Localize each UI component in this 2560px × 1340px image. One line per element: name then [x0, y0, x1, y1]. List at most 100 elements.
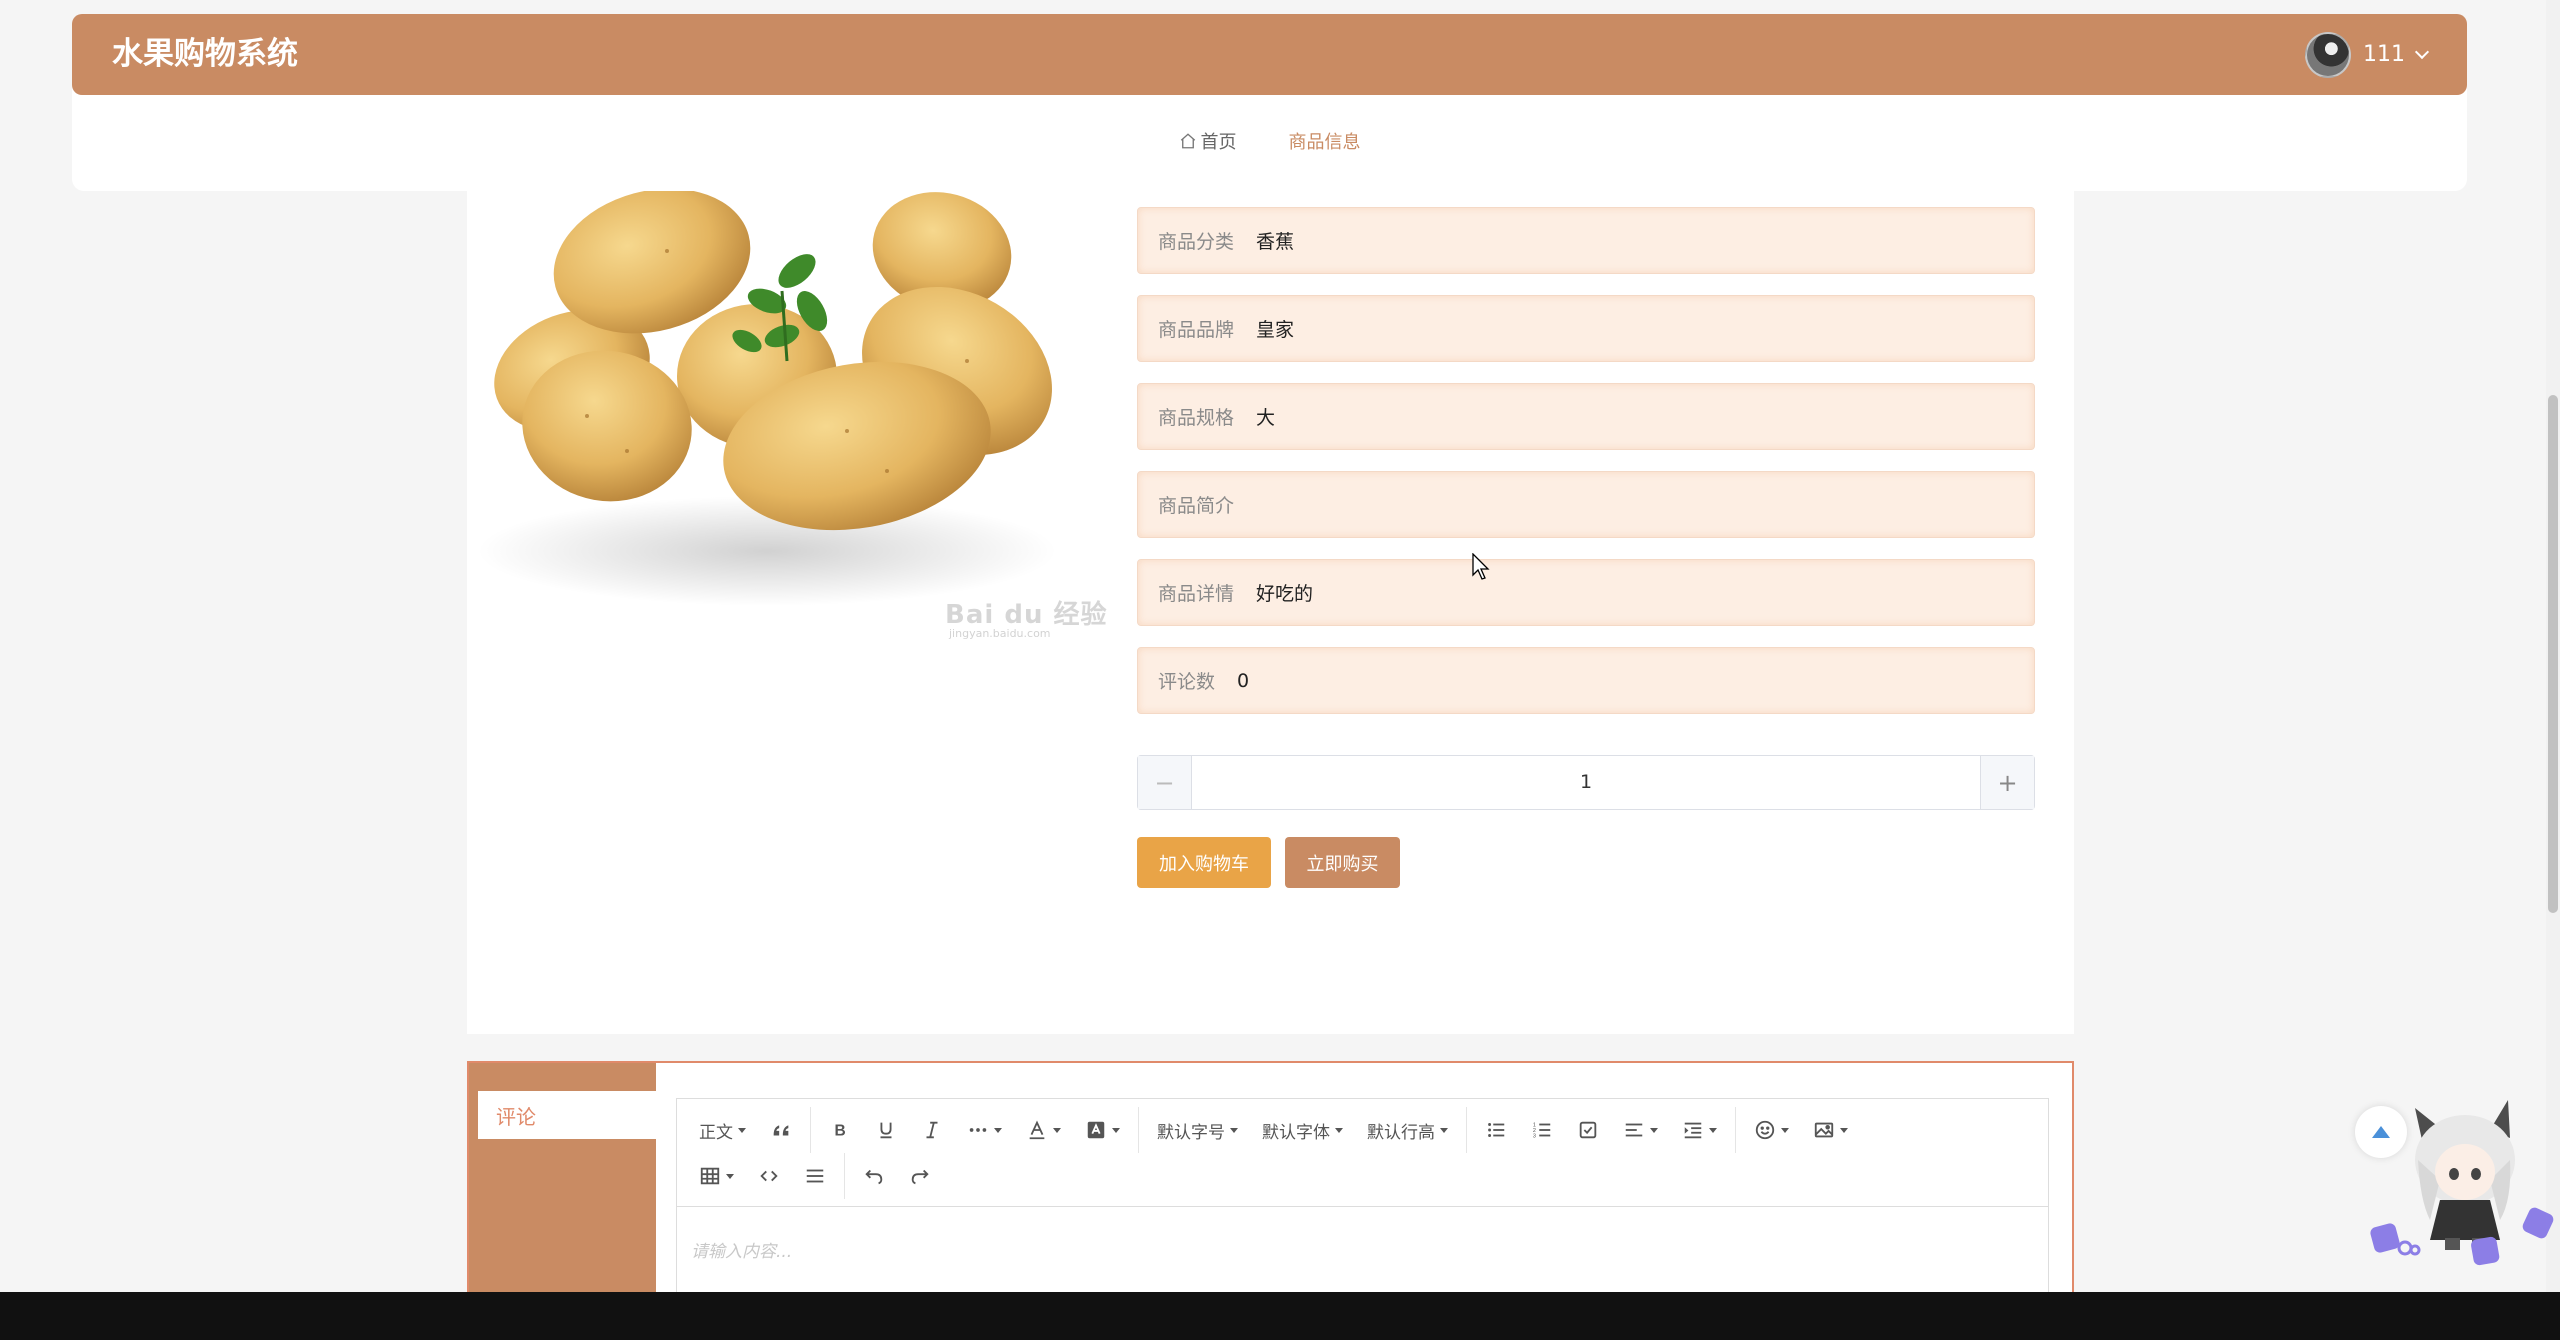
quantity-input[interactable]: 1 [1192, 756, 1980, 809]
field-label: 商品品牌 [1158, 319, 1235, 341]
field-label: 商品详情 [1158, 583, 1235, 605]
font-color-button[interactable] [1014, 1107, 1073, 1153]
caret-icon [726, 1173, 734, 1179]
redo-icon [911, 1169, 929, 1185]
font-color-icon [1029, 1120, 1045, 1140]
font-family-select[interactable]: 默认字体 [1250, 1107, 1355, 1153]
watermark-logo: Bai du 经验 [945, 600, 1108, 630]
field-value: 大 [1256, 407, 1276, 429]
decrease-button[interactable]: − [1138, 756, 1192, 809]
field-value: 0 [1237, 669, 1250, 692]
bullet-list-icon [1488, 1123, 1505, 1137]
editor-toolbar: 正文 B 默认字号 默认字体 默认行高 1 2 3 [677, 1099, 2048, 1207]
numbered-list-icon: 123 [1533, 1122, 1551, 1139]
more-styles-button[interactable] [955, 1107, 1014, 1153]
emoji-button[interactable] [1742, 1107, 1801, 1153]
product-fields: 商品分类 香蕉 商品品牌 皇家 商品规格 大 商品简介 商品详情 好吃的 评论数… [1137, 207, 2035, 735]
image-icon [1814, 1122, 1834, 1138]
code-icon [760, 1170, 778, 1182]
numbered-list-button[interactable]: 123 [1519, 1107, 1565, 1153]
background-color-button[interactable] [1073, 1107, 1132, 1153]
caret-icon [738, 1127, 746, 1133]
breadcrumb-current[interactable]: 商品信息 [1289, 128, 1361, 154]
field-label: 商品分类 [1158, 231, 1235, 253]
field-spec: 商品规格 大 [1137, 383, 2035, 450]
field-label: 评论数 [1158, 671, 1216, 693]
field-value: 香蕉 [1256, 231, 1295, 253]
add-to-cart-button[interactable]: 加入购物车 [1137, 837, 1271, 888]
svg-text:B: B [835, 1123, 846, 1140]
code-button[interactable] [746, 1153, 792, 1199]
undo-button[interactable] [851, 1153, 897, 1199]
indent-icon [1684, 1122, 1702, 1139]
toolbar-divider [844, 1153, 845, 1199]
field-label: 商品简介 [1158, 495, 1235, 517]
toolbar-divider [810, 1107, 811, 1153]
caret-icon [1335, 1127, 1343, 1133]
quote-icon [773, 1125, 789, 1136]
quantity-stepper: − 1 + [1137, 755, 2035, 810]
more-icon [969, 1128, 987, 1132]
divider-button[interactable] [792, 1153, 838, 1199]
caret-icon [1230, 1127, 1238, 1133]
paragraph-label: 正文 [699, 1122, 733, 1143]
watermark-url: jingyan.baidu.com [949, 627, 1051, 640]
mascot-widget[interactable] [2360, 1090, 2560, 1270]
toolbar-divider [1466, 1107, 1467, 1153]
username[interactable]: 111 [2363, 42, 2405, 67]
product-detail-card: Bai du 经验 jingyan.baidu.com 商品分类 香蕉 商品品牌… [467, 191, 2074, 1034]
italic-button[interactable] [909, 1107, 955, 1153]
breadcrumb-home-link[interactable]: 首页 [1179, 128, 1237, 154]
quote-button[interactable] [758, 1107, 804, 1153]
checkbox-icon [1579, 1121, 1597, 1139]
bold-button[interactable]: B [817, 1107, 863, 1153]
breadcrumb-home-label: 首页 [1200, 132, 1237, 153]
line-height-label: 默认行高 [1367, 1122, 1435, 1143]
indent-button[interactable] [1670, 1107, 1729, 1153]
caret-icon [1781, 1127, 1789, 1133]
horizontal-rule-icon [806, 1169, 824, 1183]
caret-icon [1840, 1127, 1848, 1133]
caret-icon [1650, 1127, 1658, 1133]
italic-icon [926, 1121, 938, 1139]
caret-icon [1112, 1127, 1120, 1133]
background-color-icon [1087, 1121, 1105, 1139]
field-comment-count: 评论数 0 [1137, 647, 2035, 714]
line-height-select[interactable]: 默认行高 [1355, 1107, 1460, 1153]
font-size-select[interactable]: 默认字号 [1145, 1107, 1250, 1153]
editor-input[interactable]: 请输入内容... [677, 1207, 2048, 1292]
field-detail: 商品详情 好吃的 [1137, 559, 2035, 626]
plus-icon: + [1997, 768, 2018, 797]
field-category: 商品分类 香蕉 [1137, 207, 2035, 274]
site-title[interactable]: 水果购物系统 [112, 14, 298, 95]
scrollbar-thumb[interactable] [2548, 395, 2558, 913]
top-header: 水果购物系统 111 [72, 14, 2467, 95]
avatar[interactable] [2305, 31, 2351, 78]
chevron-down-icon[interactable] [2414, 44, 2430, 59]
field-label: 商品规格 [1158, 407, 1235, 429]
table-button[interactable] [687, 1153, 746, 1199]
purchase-actions: 加入购物车 立即购买 [1137, 837, 1400, 888]
font-size-label: 默认字号 [1157, 1122, 1225, 1143]
field-value: 皇家 [1256, 319, 1295, 341]
redo-button[interactable] [897, 1153, 943, 1199]
toolbar-divider [1735, 1107, 1736, 1153]
user-menu[interactable]: 111 [2305, 14, 2430, 95]
buy-now-button[interactable]: 立即购买 [1285, 837, 1400, 888]
underline-button[interactable] [863, 1107, 909, 1153]
mouse-cursor-icon [1472, 553, 1490, 580]
tab-comments[interactable]: 评论 [473, 1091, 656, 1139]
emoji-icon [1755, 1120, 1775, 1140]
breadcrumb: 首页 商品信息 [72, 128, 2467, 154]
todo-button[interactable] [1565, 1107, 1611, 1153]
bullet-list-button[interactable] [1473, 1107, 1519, 1153]
os-taskbar [0, 1292, 2560, 1340]
underline-icon [880, 1122, 892, 1139]
field-brand: 商品品牌 皇家 [1137, 295, 2035, 362]
increase-button[interactable]: + [1980, 756, 2034, 809]
align-left-icon [1625, 1123, 1643, 1137]
image-button[interactable] [1801, 1107, 1860, 1153]
product-image [467, 191, 1077, 661]
align-button[interactable] [1611, 1107, 1670, 1153]
paragraph-select[interactable]: 正文 [687, 1107, 758, 1153]
